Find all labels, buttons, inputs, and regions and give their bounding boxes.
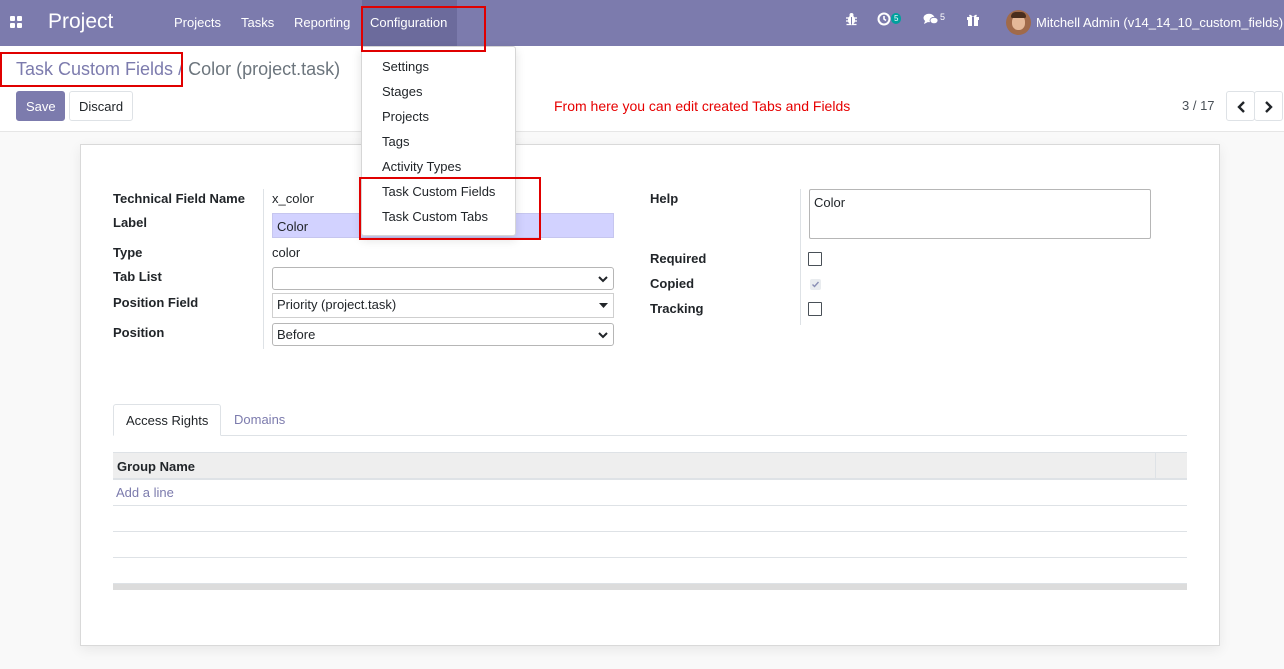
top-navbar: Project Projects Tasks Reporting Configu… <box>0 0 1284 46</box>
user-name[interactable]: Mitchell Admin (v14_14_10_custom_fields) <box>1036 15 1283 30</box>
menu-item-task-custom-fields[interactable]: Task Custom Fields <box>382 184 495 199</box>
menu-item-stages[interactable]: Stages <box>382 84 422 99</box>
annotation-text: From here you can edit created Tabs and … <box>554 98 851 114</box>
copied-label: Copied <box>650 276 695 291</box>
pager-previous-button[interactable] <box>1226 91 1255 121</box>
type-value: color <box>272 245 301 260</box>
left-group-divider <box>263 189 264 349</box>
column-divider <box>1155 453 1156 479</box>
messages-icon[interactable] <box>923 12 939 29</box>
gift-icon[interactable] <box>966 12 980 29</box>
technical-field-name-value: x_color <box>272 191 314 206</box>
menu-tasks[interactable]: Tasks <box>241 15 274 30</box>
discard-button[interactable]: Discard <box>69 91 133 121</box>
position-field-select[interactable]: Priority (project.task) <box>272 293 614 318</box>
chevron-down-icon <box>598 276 608 283</box>
position-value: Before <box>277 327 316 342</box>
app-name[interactable]: Project <box>48 10 113 34</box>
required-label: Required <box>650 251 707 266</box>
menu-item-settings[interactable]: Settings <box>382 59 429 74</box>
chevron-left-icon <box>1237 101 1245 113</box>
group-name-column-header[interactable]: Group Name <box>117 459 195 474</box>
menu-projects[interactable]: Projects <box>174 15 221 30</box>
right-group-divider <box>800 189 801 325</box>
help-textarea[interactable]: Color <box>809 189 1151 239</box>
chevron-down-icon <box>598 332 608 339</box>
form-sheet: Technical Field Name x_color Label Color… <box>80 144 1220 646</box>
message-count: 5 <box>940 12 946 22</box>
technical-field-name-label: Technical Field Name <box>113 191 245 206</box>
menu-item-activity-types[interactable]: Activity Types <box>382 159 461 174</box>
breadcrumb-parent-link[interactable]: Task Custom Fields <box>16 59 173 79</box>
help-label: Help <box>650 191 679 206</box>
activity-clock-icon[interactable] <box>877 12 891 29</box>
table-footer <box>113 584 1187 590</box>
table-row <box>113 506 1187 532</box>
tab-list-select[interactable] <box>272 267 614 290</box>
type-label: Type <box>113 245 143 260</box>
required-checkbox[interactable] <box>808 252 822 266</box>
tracking-checkbox[interactable] <box>808 302 822 316</box>
configuration-dropdown: Settings Stages Projects Tags Activity T… <box>361 46 516 236</box>
copied-checkbox <box>810 279 821 290</box>
breadcrumb-current: Color (project.task) <box>188 59 341 79</box>
table-row <box>113 532 1187 558</box>
position-field-value: Priority (project.task) <box>277 297 397 312</box>
breadcrumb: Task Custom Fields / Color (project.task… <box>16 59 340 80</box>
control-panel: Task Custom Fields / Color (project.task… <box>0 46 1284 132</box>
tab-access-rights[interactable]: Access Rights <box>113 404 222 436</box>
caret-down-icon <box>599 303 608 308</box>
apps-menu-icon[interactable] <box>10 16 23 29</box>
menu-reporting[interactable]: Reporting <box>294 15 350 30</box>
menu-configuration-label: Configuration <box>370 15 448 30</box>
table-row: Add a line <box>113 480 1187 506</box>
breadcrumb-separator: / <box>178 59 184 79</box>
menu-item-projects[interactable]: Projects <box>382 109 429 124</box>
save-button[interactable]: Save <box>16 91 65 121</box>
menu-item-tags[interactable]: Tags <box>382 134 409 149</box>
menu-configuration[interactable]: Configuration <box>362 0 457 46</box>
position-select[interactable]: Before <box>272 323 614 346</box>
table-row <box>113 558 1187 584</box>
pager-next-button[interactable] <box>1254 91 1283 121</box>
position-label: Position <box>113 325 165 340</box>
bug-icon[interactable] <box>845 12 858 29</box>
tab-list-label: Tab List <box>113 269 162 284</box>
pager-value[interactable]: 3 / 17 <box>1182 98 1215 113</box>
check-icon <box>812 281 820 288</box>
table-header: Group Name <box>113 452 1187 480</box>
menu-item-task-custom-tabs[interactable]: Task Custom Tabs <box>382 209 488 224</box>
add-a-line-link[interactable]: Add a line <box>116 485 174 500</box>
tracking-label: Tracking <box>650 301 704 316</box>
position-field-label: Position Field <box>113 295 199 310</box>
label-field-label: Label <box>113 215 147 230</box>
tab-domains[interactable]: Domains <box>222 404 297 436</box>
activity-count-badge: 5 <box>891 13 902 24</box>
chevron-right-icon <box>1265 101 1273 113</box>
user-avatar[interactable] <box>1006 10 1031 35</box>
